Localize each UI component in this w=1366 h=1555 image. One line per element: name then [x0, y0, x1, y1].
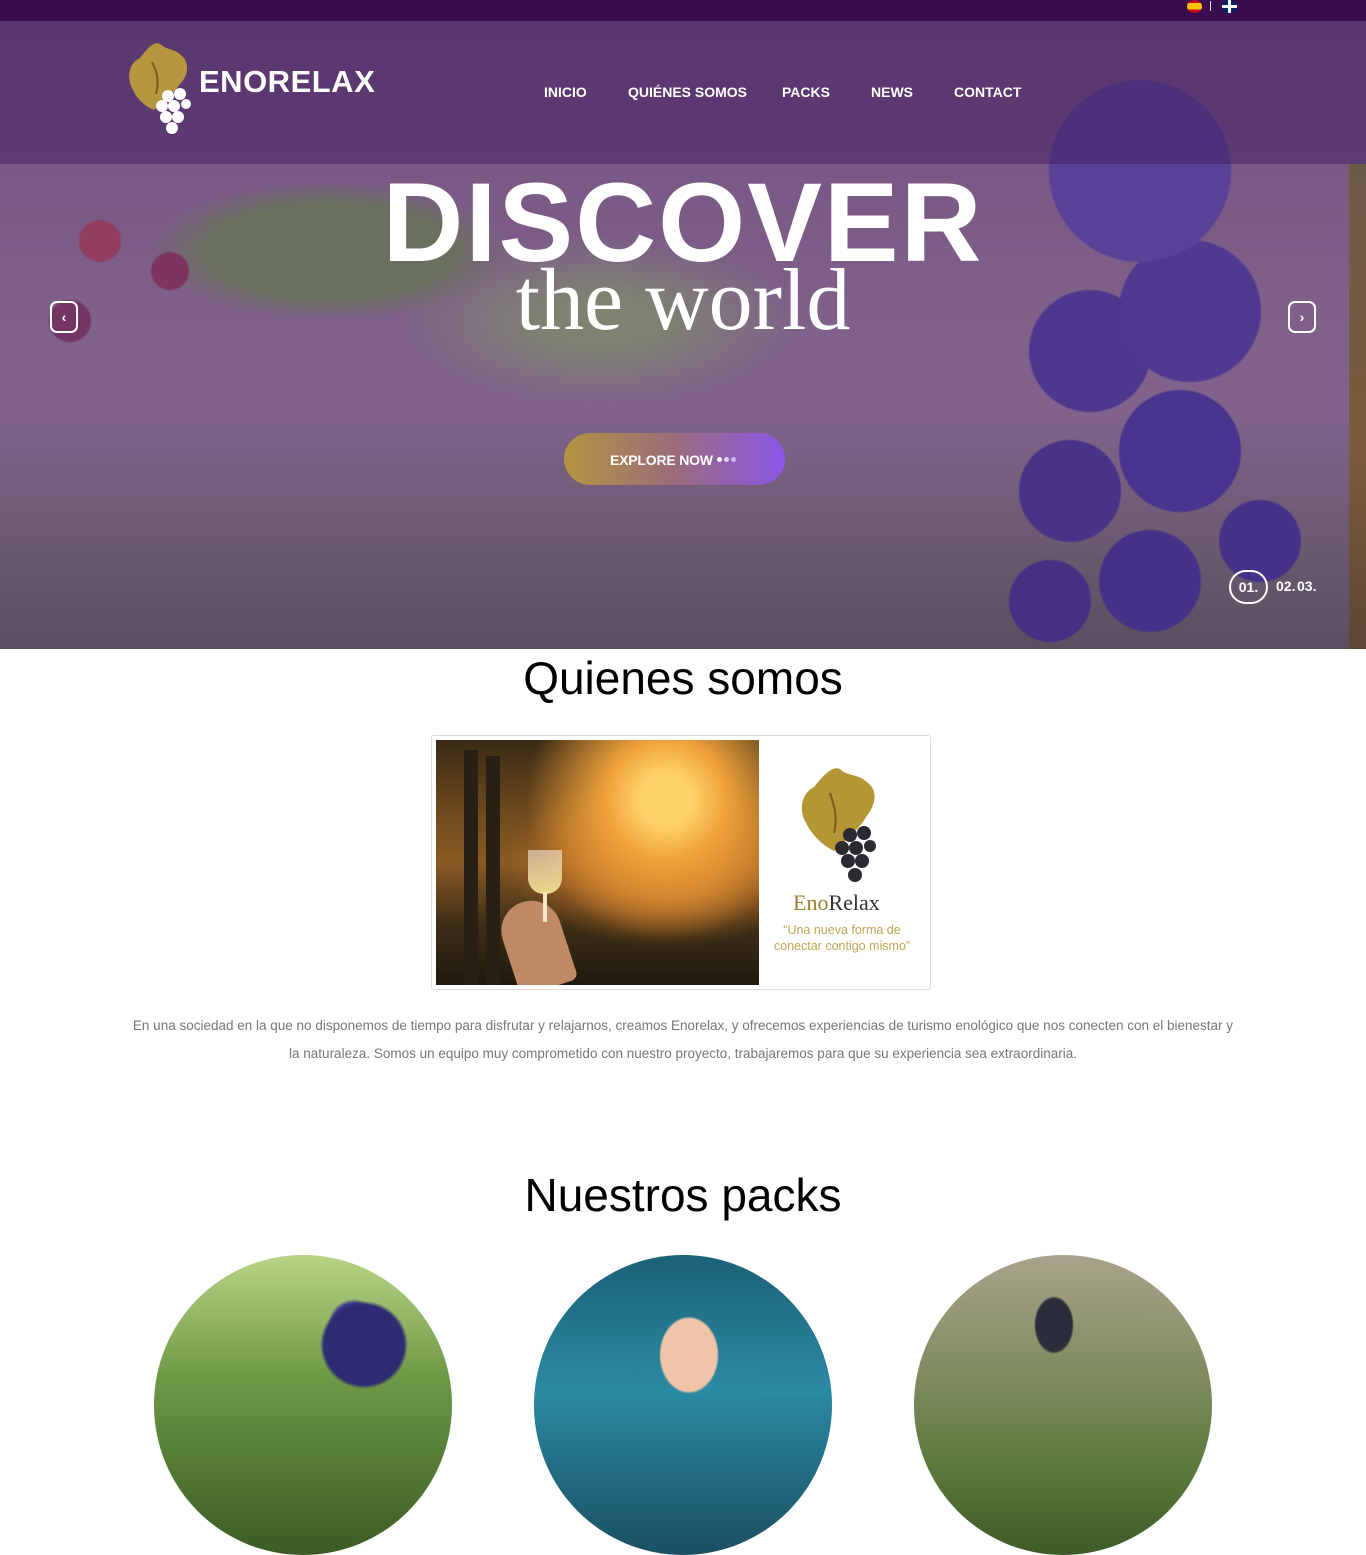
- about-paragraph: En una sociedad en la que no disponemos …: [132, 1018, 1234, 1061]
- nav-news[interactable]: NEWS: [871, 84, 913, 100]
- card-brand-relax: Relax: [828, 890, 880, 915]
- dot: [724, 457, 729, 462]
- card-brand: EnoRelax: [793, 890, 880, 916]
- packs-title: Nuestros packs: [524, 1169, 842, 1221]
- wine-glass-photo: [436, 740, 759, 985]
- next-slide-button[interactable]: ›: [1288, 301, 1316, 333]
- pack-hiking-image[interactable]: [914, 1255, 1212, 1555]
- explore-now-button[interactable]: EXPLORE NOW: [564, 433, 785, 485]
- nav-packs[interactable]: PACKS: [782, 84, 830, 100]
- chevron-right-icon: ›: [1299, 309, 1305, 325]
- chevron-left-icon: ‹: [61, 309, 67, 325]
- prev-slide-button[interactable]: ‹: [50, 301, 78, 333]
- es-flag-icon[interactable]: [1187, 0, 1202, 13]
- dot: [717, 457, 722, 462]
- chair-post: [464, 750, 478, 985]
- card-slogan: “Una nueva forma de conectar contigo mis…: [773, 923, 911, 953]
- hero-subheadline: the world: [515, 252, 851, 349]
- pack-vineyard-image[interactable]: [154, 1255, 452, 1555]
- nav-quienes-somos[interactable]: QUIÉNES SOMOS: [628, 84, 747, 100]
- uk-flag-icon[interactable]: [1222, 0, 1237, 13]
- top-bar: [0, 0, 1366, 21]
- wine-glass: [528, 850, 562, 894]
- wine-glass-stem: [543, 892, 547, 922]
- dot: [731, 457, 736, 462]
- nav-inicio[interactable]: INICIO: [544, 84, 587, 100]
- slide-indicator-3[interactable]: 03.: [1297, 578, 1316, 594]
- slide-indicator-2[interactable]: 02.: [1276, 578, 1295, 594]
- language-separator: [1210, 1, 1211, 11]
- explore-now-label: EXPLORE NOW: [610, 452, 713, 468]
- chair-post: [486, 756, 500, 985]
- nav-contact[interactable]: CONTACT: [954, 84, 1021, 100]
- brand-name[interactable]: ENORELAX: [199, 64, 375, 100]
- pack-spa-image[interactable]: [534, 1255, 832, 1555]
- hand: [493, 892, 579, 985]
- slide-indicator-1[interactable]: 01.: [1229, 570, 1268, 604]
- card-brand-eno: Eno: [793, 890, 829, 915]
- about-title: Quienes somos: [523, 652, 843, 704]
- grape-logo-icon[interactable]: [126, 40, 192, 138]
- enorelax-card-logo-icon: [801, 768, 876, 882]
